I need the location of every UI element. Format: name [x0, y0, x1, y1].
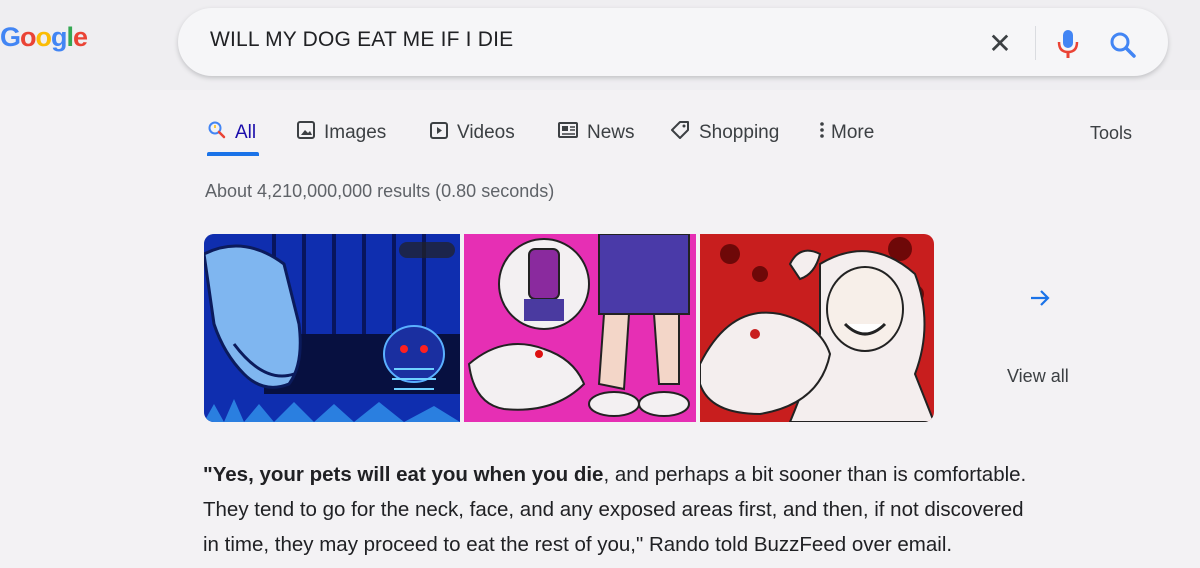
image-result-2[interactable] — [464, 234, 696, 422]
close-icon[interactable]: ✕ — [984, 28, 1016, 60]
snippet-line-2: They tend to go for the neck, face, and … — [203, 498, 1024, 521]
google-logo[interactable]: Google — [0, 22, 88, 53]
snippet-line-3: in time, they may proceed to eat the res… — [203, 533, 953, 556]
image-result-3[interactable] — [700, 234, 934, 422]
tools-button[interactable]: Tools — [1090, 115, 1132, 151]
divider — [1035, 26, 1036, 60]
search-tabs: All Images Videos News Shopping More Too… — [207, 115, 1167, 156]
news-icon — [557, 120, 579, 146]
tab-more[interactable]: More — [819, 115, 874, 151]
more-vert-icon — [819, 120, 825, 146]
image-strip — [204, 234, 934, 422]
tab-shopping[interactable]: Shopping — [669, 115, 779, 151]
tab-all[interactable]: All — [207, 115, 256, 151]
snippet-line-1: "Yes, your pets will eat you when you di… — [203, 457, 1163, 492]
mic-icon[interactable] — [1055, 28, 1081, 62]
logo-letter: o — [20, 22, 36, 52]
active-tab-indicator — [207, 152, 259, 156]
tab-label: Shopping — [699, 122, 780, 143]
tab-label: All — [235, 122, 257, 143]
logo-letter: o — [35, 22, 52, 52]
image-icon — [296, 120, 316, 146]
logo-letter: e — [73, 22, 88, 52]
view-all-label: View all — [1007, 366, 1069, 386]
tab-label: Videos — [457, 122, 515, 143]
search-box[interactable]: WILL MY DOG EAT ME IF I DIE ✕ — [178, 8, 1168, 76]
tab-news[interactable]: News — [557, 115, 635, 151]
tab-label: Images — [324, 122, 387, 143]
search-icon[interactable] — [1108, 30, 1138, 60]
tab-label: News — [587, 122, 635, 143]
result-stats: About 4,210,000,000 results (0.80 second… — [205, 181, 555, 201]
view-all-images-button[interactable]: View all — [990, 262, 1090, 392]
logo-letter: g — [51, 22, 67, 52]
snippet-bold: "Yes, your pets will eat you when you di… — [203, 463, 604, 486]
arrow-right-icon — [1008, 266, 1072, 330]
image-result-1[interactable] — [204, 234, 460, 422]
top-bar: Google WILL MY DOG EAT ME IF I DIE ✕ — [0, 0, 1200, 90]
tab-images[interactable]: Images — [296, 115, 386, 151]
logo-letter: G — [0, 22, 21, 52]
tag-icon — [669, 120, 691, 146]
video-icon — [429, 120, 449, 146]
tab-label: More — [831, 122, 875, 143]
tab-videos[interactable]: Videos — [429, 115, 515, 151]
snippet-text: , and perhaps a bit sooner than is comfo… — [603, 463, 1027, 486]
search-icon — [207, 120, 227, 146]
featured-snippet: "Yes, your pets will eat you when you di… — [203, 457, 1163, 562]
search-input[interactable]: WILL MY DOG EAT ME IF I DIE — [210, 28, 513, 52]
